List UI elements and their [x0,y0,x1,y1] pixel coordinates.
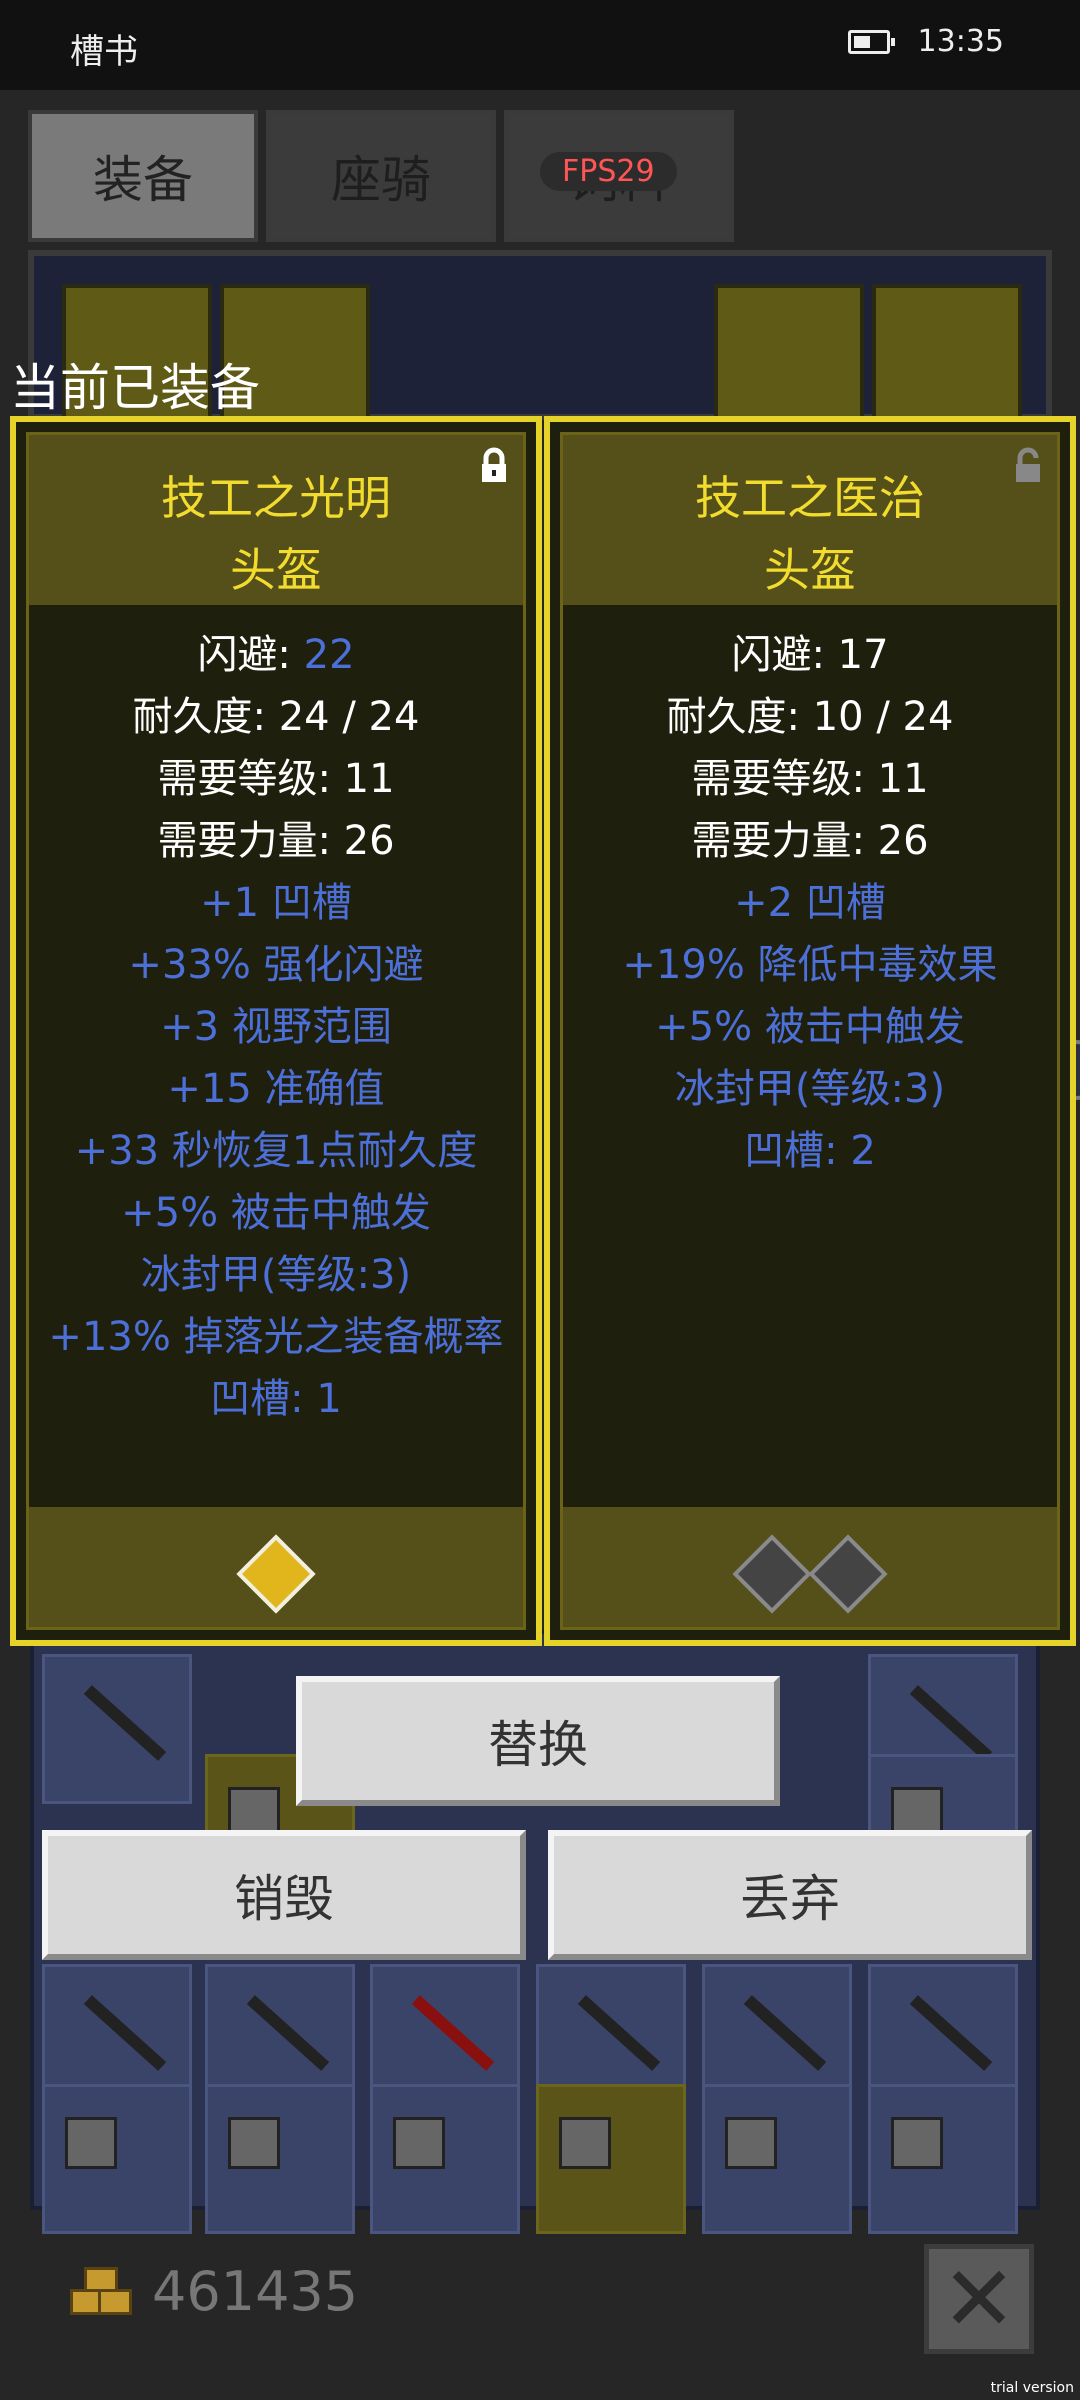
stat-durability: 耐久度: 10 / 24 [666,694,954,740]
inventory-cell[interactable] [702,2084,852,2234]
affix: +13% 掉落光之装备概率 [48,1314,504,1360]
empty-socket-icon [732,1534,812,1614]
affix: +2 凹槽 [734,880,886,926]
equip-slot[interactable] [872,284,1022,434]
item-name: 技工之医治 [695,471,925,525]
stat-dodge: 闪避: 22 [16,624,536,686]
close-icon: ✕ [941,2246,1017,2352]
compare-item-panel: 技工之医治 头盔 闪避: 17 耐久度: 10 / 24 需要等级: 11 需要… [544,416,1076,1646]
filled-socket-icon [236,1534,316,1614]
affix: +5% 被击中触发 [655,1004,965,1050]
inventory-cell[interactable] [205,2084,355,2234]
item-type: 头盔 [764,543,856,597]
affix: 冰封甲(等级:3) [674,1066,946,1112]
watermark: trial version [990,2380,1074,2396]
destroy-button[interactable]: 销毁 [42,1830,526,1960]
close-button[interactable]: ✕ [924,2244,1034,2354]
socket-row [16,1534,536,1614]
item-type: 头盔 [230,543,322,597]
stat-level-req: 需要等级: 11 [157,756,395,802]
gold-display: 461435 [70,2260,358,2323]
stat-strength-req: 需要力量: 26 [691,818,929,864]
tab-equipment[interactable]: 装备 [28,110,258,242]
equipped-item-panel: 技工之光明 头盔 闪避: 22 耐久度: 24 / 24 需要等级: 11 需要… [10,416,542,1646]
item-stats: 闪避: 22 耐久度: 24 / 24 需要等级: 11 需要力量: 26 +1… [16,624,536,1430]
status-time: 13:35 [917,24,1004,59]
stat-label: 闪避: [197,632,304,678]
affix: +33% 强化闪避 [128,942,424,988]
tab-label: 装备 [93,151,193,209]
affix: 冰封甲(等级:3) [140,1252,412,1298]
empty-socket-icon [808,1534,888,1614]
gold-amount: 461435 [152,2260,359,2323]
affix: +15 准确值 [167,1066,385,1112]
affix: +1 凹槽 [200,880,352,926]
status-bar: 槽书 13:35 [0,0,1080,90]
tab-mount[interactable]: 座骑 [266,110,496,242]
gold-coins-icon [70,2266,132,2317]
affix: 凹槽: 1 [210,1376,342,1422]
affix: 凹槽: 2 [744,1128,876,1174]
replace-button[interactable]: 替换 [296,1676,780,1806]
stat-level-req: 需要等级: 11 [691,756,929,802]
inventory-cell[interactable] [868,2084,1018,2234]
stat-durability: 耐久度: 24 / 24 [132,694,420,740]
affix: +19% 降低中毒效果 [622,942,998,988]
inventory-cell[interactable] [42,1654,192,1804]
battery-icon [848,30,895,54]
socket-row [550,1534,1070,1614]
inventory-cell[interactable] [42,2084,192,2234]
tab-label: 座骑 [331,151,431,209]
stat-value: 22 [303,632,355,678]
discard-button[interactable]: 丢弃 [548,1830,1032,1960]
equip-slot[interactable] [714,284,864,434]
stat-dodge: 闪避: 17 [731,632,889,678]
status-app-name: 槽书 [70,32,138,72]
inventory-cell[interactable] [536,2084,686,2234]
inventory-cell[interactable] [370,2084,520,2234]
item-name: 技工之光明 [161,471,391,525]
item-stats: 闪避: 17 耐久度: 10 / 24 需要等级: 11 需要力量: 26 +2… [550,624,1070,1182]
affix: +33 秒恢复1点耐久度 [74,1128,478,1174]
fps-badge: FPS29 [540,152,677,191]
affix: +5% 被击中触发 [121,1190,431,1236]
affix: +3 视野范围 [160,1004,392,1050]
currently-equipped-label: 当前已装备 [10,359,260,417]
stat-strength-req: 需要力量: 26 [157,818,395,864]
